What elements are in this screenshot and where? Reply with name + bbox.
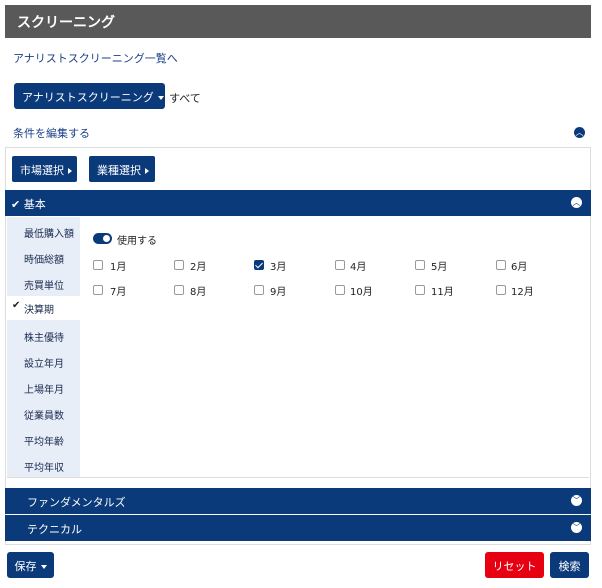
caret-down-icon bbox=[40, 565, 47, 569]
month-label: 6月 bbox=[511, 262, 528, 273]
sidebar-item-listed[interactable]: 上場年月 bbox=[7, 376, 80, 400]
sidebar-item-label: 上場年月 bbox=[24, 385, 64, 396]
month-checkbox-5[interactable] bbox=[415, 260, 425, 270]
section-basic-header[interactable]: ✔ 基本 ︿ bbox=[5, 190, 591, 216]
basic-sidebar: 最低購入額 時価総額 売買単位 ✔ 決算期 株主優待 設立年月 上場年月 従業員数… bbox=[7, 217, 80, 477]
check-icon: ✔ bbox=[11, 198, 21, 211]
divider bbox=[7, 477, 589, 478]
search-button[interactable]: 検索 bbox=[550, 552, 589, 578]
month-checkbox-6[interactable] bbox=[496, 260, 506, 270]
sidebar-item-label: 売買単位 bbox=[24, 281, 64, 292]
month-checkbox-11[interactable] bbox=[415, 285, 425, 295]
edit-conditions-label: 条件を編集する bbox=[13, 127, 90, 140]
sidebar-item-trading-unit[interactable]: 売買単位 bbox=[7, 272, 80, 296]
month-checkbox-1[interactable] bbox=[93, 260, 103, 270]
check-icon: ✔ bbox=[12, 300, 21, 311]
section-basic-label: 基本 bbox=[23, 198, 46, 211]
use-toggle-label: 使用する bbox=[117, 236, 157, 247]
month-checkbox-9[interactable] bbox=[254, 285, 264, 295]
sidebar-item-label: 最低購入額 bbox=[24, 229, 74, 240]
sidebar-item-label: 平均年収 bbox=[24, 463, 64, 474]
month-label: 9月 bbox=[270, 287, 287, 298]
chevron-down-icon: ﹀ bbox=[571, 522, 582, 533]
chevron-up-icon: ︿ bbox=[571, 197, 582, 208]
month-checkbox-8[interactable] bbox=[174, 285, 184, 295]
triangle-right-icon bbox=[145, 168, 149, 174]
sidebar-item-founded[interactable]: 設立年月 bbox=[7, 350, 80, 374]
month-label: 10月 bbox=[350, 287, 373, 298]
month-label: 8月 bbox=[190, 287, 207, 298]
section-fundamentals-label: ファンダメンタルズ bbox=[27, 496, 126, 509]
reset-button[interactable]: リセット bbox=[485, 552, 544, 578]
screening-type-dropdown[interactable]: アナリストスクリーニング bbox=[14, 83, 165, 109]
triangle-right-icon bbox=[68, 168, 72, 174]
scope-label: すべて bbox=[169, 92, 201, 105]
sidebar-item-settlement[interactable]: ✔ 決算期 bbox=[7, 296, 80, 320]
industry-select-label: 業種選択 bbox=[97, 164, 141, 177]
sidebar-item-label: 平均年齢 bbox=[24, 437, 64, 448]
analyst-list-link[interactable]: アナリストスクリーニング一覧へ bbox=[13, 50, 178, 66]
caret-down-icon bbox=[157, 96, 164, 100]
month-label: 1月 bbox=[110, 262, 127, 273]
market-select-button[interactable]: 市場選択 bbox=[12, 156, 77, 182]
month-label: 5月 bbox=[431, 262, 448, 273]
screening-type-label: アナリストスクリーニング bbox=[22, 91, 154, 104]
sidebar-item-min-purchase[interactable]: 最低購入額 bbox=[7, 220, 80, 244]
month-checkbox-7[interactable] bbox=[93, 285, 103, 295]
month-checkbox-2[interactable] bbox=[174, 260, 184, 270]
sidebar-item-shareholder-benefits[interactable]: 株主優待 bbox=[7, 324, 80, 348]
month-checkbox-4[interactable] bbox=[335, 260, 345, 270]
month-label: 11月 bbox=[431, 287, 454, 298]
sidebar-item-employees[interactable]: 従業員数 bbox=[7, 402, 80, 426]
month-checkbox-12[interactable] bbox=[496, 285, 506, 295]
page-title: スクリーニング bbox=[5, 5, 591, 38]
section-technical-header[interactable]: テクニカル ﹀ bbox=[5, 515, 591, 541]
edit-conditions-toggle[interactable]: 条件を編集する ︿ bbox=[5, 120, 591, 148]
sidebar-item-label: 決算期 bbox=[24, 305, 54, 316]
industry-select-button[interactable]: 業種選択 bbox=[89, 156, 155, 182]
month-label: 2月 bbox=[190, 262, 207, 273]
market-select-label: 市場選択 bbox=[20, 164, 64, 177]
month-label: 3月 bbox=[270, 262, 287, 273]
save-button[interactable]: 保存 bbox=[7, 552, 54, 578]
sidebar-item-market-cap[interactable]: 時価総額 bbox=[7, 246, 80, 270]
save-label: 保存 bbox=[14, 560, 37, 573]
month-label: 4月 bbox=[350, 262, 367, 273]
month-checkbox-10[interactable] bbox=[335, 285, 345, 295]
sidebar-item-label: 株主優待 bbox=[24, 333, 64, 344]
month-checkbox-3[interactable] bbox=[254, 260, 264, 270]
chevron-up-icon: ︿ bbox=[574, 127, 585, 138]
section-technical-label: テクニカル bbox=[27, 523, 82, 536]
chevron-down-icon: ﹀ bbox=[571, 495, 582, 506]
sidebar-item-average-income[interactable]: 平均年収 bbox=[7, 454, 80, 478]
sidebar-item-label: 設立年月 bbox=[24, 359, 64, 370]
section-fundamentals-header[interactable]: ファンダメンタルズ ﹀ bbox=[5, 488, 591, 514]
month-label: 7月 bbox=[110, 287, 127, 298]
sidebar-item-label: 時価総額 bbox=[24, 255, 64, 266]
use-toggle[interactable] bbox=[93, 233, 112, 244]
month-label: 12月 bbox=[511, 287, 534, 298]
sidebar-item-label: 従業員数 bbox=[24, 411, 64, 422]
sidebar-item-average-age[interactable]: 平均年齢 bbox=[7, 428, 80, 452]
